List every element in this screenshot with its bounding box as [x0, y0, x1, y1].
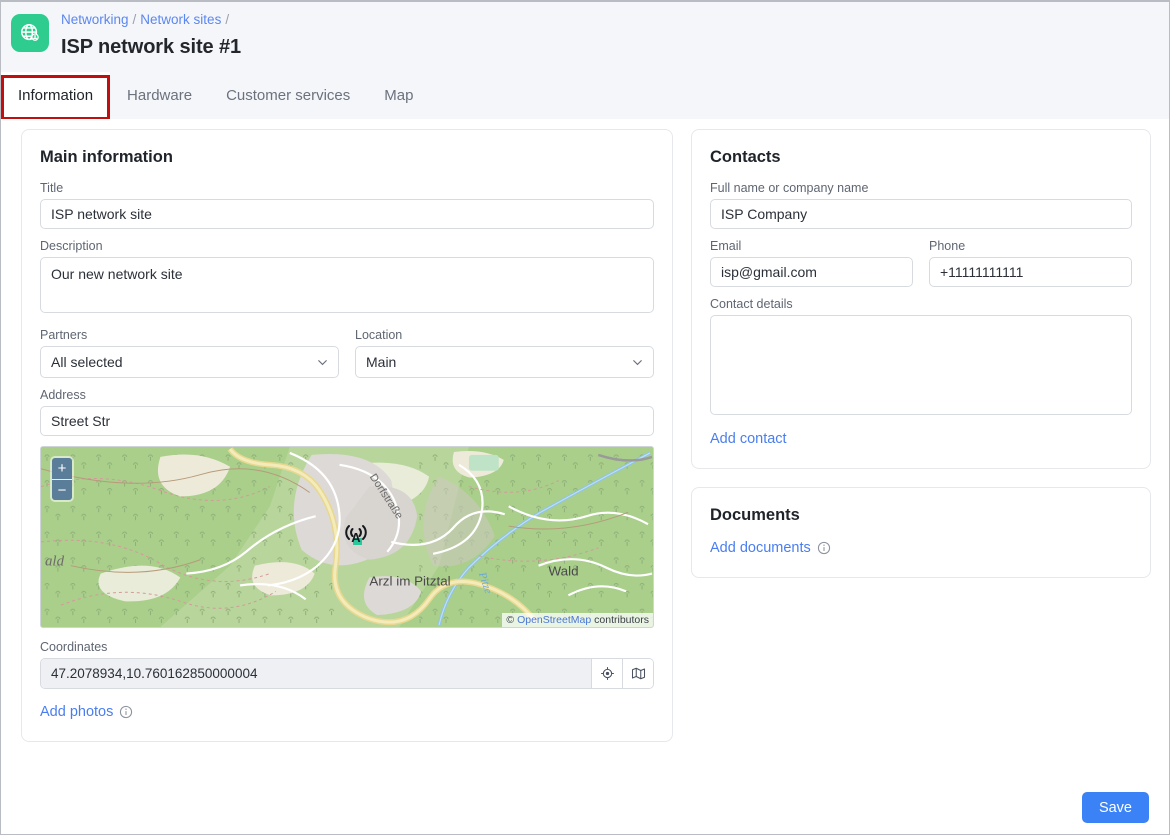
- map-zoom-controls: + −: [50, 456, 74, 502]
- field-phone: Phone: [929, 239, 1132, 287]
- right-column: Contacts Full name or company name Email…: [691, 129, 1151, 578]
- save-button[interactable]: Save: [1081, 792, 1149, 823]
- map-zoom-in-button[interactable]: +: [52, 458, 72, 479]
- field-description-label: Description: [40, 239, 103, 253]
- partners-select-value: All selected: [51, 354, 123, 370]
- globe-network-icon: [11, 14, 49, 52]
- breadcrumb-item-network-sites[interactable]: Network sites: [140, 12, 221, 27]
- page-header: Networking / Network sites / ISP network si…: [1, 2, 1169, 72]
- field-description: Description: [40, 239, 654, 318]
- svg-text:Wald: Wald: [549, 564, 579, 579]
- tab-map-label: Map: [384, 87, 414, 104]
- field-title: Title: [40, 181, 654, 229]
- add-contact-row: Add contact: [710, 430, 1132, 448]
- map-attribution-prefix: ©: [506, 614, 515, 626]
- main-information-title: Main information: [40, 148, 173, 166]
- field-address: Address: [40, 388, 654, 436]
- app-window: Networking / Network sites / ISP network si…: [0, 0, 1170, 835]
- field-address-label: Address: [40, 388, 86, 402]
- contact-details-textarea[interactable]: [710, 315, 1132, 415]
- map-attribution: © OpenStreetMap contributors: [502, 613, 653, 627]
- left-column: Main information Title Description Partn…: [21, 129, 673, 742]
- map-zoom-out-button[interactable]: −: [52, 479, 72, 500]
- email-input[interactable]: [710, 257, 913, 287]
- chevron-down-icon: [318, 359, 327, 366]
- field-contact-details-label: Contact details: [710, 297, 793, 311]
- add-documents-label: Add documents: [710, 540, 811, 556]
- page-title: ISP network site #1: [61, 36, 242, 58]
- tab-information[interactable]: Information: [1, 72, 111, 120]
- coordinates-input[interactable]: [41, 659, 591, 688]
- field-phone-label: Phone: [929, 239, 966, 253]
- email-phone-row: Email Phone: [710, 239, 1132, 297]
- add-documents-link[interactable]: Add documents: [710, 540, 831, 556]
- tab-information-label: Information: [18, 87, 94, 104]
- svg-text:ald: ald: [45, 554, 65, 570]
- partners-location-row: Partners All selected Location Main: [40, 328, 654, 388]
- main-information-card: Main information Title Description Partn…: [21, 129, 673, 742]
- tab-customer-services-label: Customer services: [226, 87, 351, 104]
- contacts-card: Contacts Full name or company name Email…: [691, 129, 1151, 469]
- field-coordinates: Coordinates: [40, 640, 654, 689]
- add-contact-link[interactable]: Add contact: [710, 431, 787, 447]
- field-title-label: Title: [40, 181, 64, 195]
- description-textarea[interactable]: [40, 257, 654, 313]
- documents-card: Documents Add documents: [691, 487, 1151, 578]
- svg-text:A: A: [351, 530, 361, 545]
- locate-crosshair-icon[interactable]: [591, 659, 622, 688]
- contacts-title: Contacts: [710, 148, 781, 166]
- field-partners-label: Partners: [40, 328, 88, 342]
- map-fold-icon[interactable]: [622, 659, 653, 688]
- breadcrumb-separator-1: /: [132, 12, 137, 27]
- chevron-down-icon: [633, 359, 642, 366]
- openstreetmap-link[interactable]: OpenStreetMap: [517, 614, 591, 626]
- field-full-name: Full name or company name: [710, 181, 1132, 229]
- add-photos-link[interactable]: Add photos: [40, 704, 133, 720]
- documents-title: Documents: [710, 506, 800, 524]
- tab-customer-services[interactable]: Customer services: [209, 72, 367, 119]
- field-location: Location Main: [355, 328, 654, 378]
- breadcrumb-item-networking[interactable]: Networking: [61, 12, 129, 27]
- breadcrumb: Networking / Network sites /: [61, 10, 241, 30]
- add-photos-label: Add photos: [40, 704, 114, 720]
- cell-tower-icon: A: [341, 521, 371, 556]
- field-contact-details: Contact details: [710, 297, 1132, 420]
- add-documents-row: Add documents: [710, 539, 1132, 557]
- address-input[interactable]: [40, 406, 654, 436]
- map-attribution-suffix: contributors: [594, 614, 649, 626]
- tab-hardware-label: Hardware: [127, 87, 193, 104]
- tab-map[interactable]: Map: [367, 72, 430, 119]
- breadcrumb-separator-2: /: [225, 12, 230, 27]
- add-contact-label: Add contact: [710, 431, 787, 447]
- field-location-label: Location: [355, 328, 403, 342]
- partners-select[interactable]: All selected: [40, 346, 339, 378]
- field-coordinates-label: Coordinates: [40, 640, 108, 654]
- tab-hardware[interactable]: Hardware: [110, 72, 209, 119]
- field-partners: Partners All selected: [40, 328, 339, 378]
- location-map[interactable]: ald Arzl im Pitztal Wald Dorfstraße Pitz…: [40, 446, 654, 628]
- header-text-block: Networking / Network sites / ISP network si…: [61, 8, 241, 61]
- location-select-value: Main: [366, 354, 397, 370]
- field-email-label: Email: [710, 239, 742, 253]
- info-circle-icon: [120, 705, 133, 719]
- full-name-input[interactable]: [710, 199, 1132, 229]
- add-photos-row: Add photos: [40, 703, 654, 721]
- field-full-name-label: Full name or company name: [710, 181, 869, 195]
- title-input[interactable]: [40, 199, 654, 229]
- svg-text:Arzl im Pitztal: Arzl im Pitztal: [369, 573, 450, 588]
- location-select[interactable]: Main: [355, 346, 654, 378]
- field-email: Email: [710, 239, 913, 287]
- tab-bar: Information Hardware Customer services M…: [1, 72, 1169, 120]
- phone-input[interactable]: [929, 257, 1132, 287]
- coordinates-row: [40, 658, 654, 689]
- page-body: Main information Title Description Partn…: [1, 119, 1169, 834]
- info-circle-icon: [817, 541, 830, 555]
